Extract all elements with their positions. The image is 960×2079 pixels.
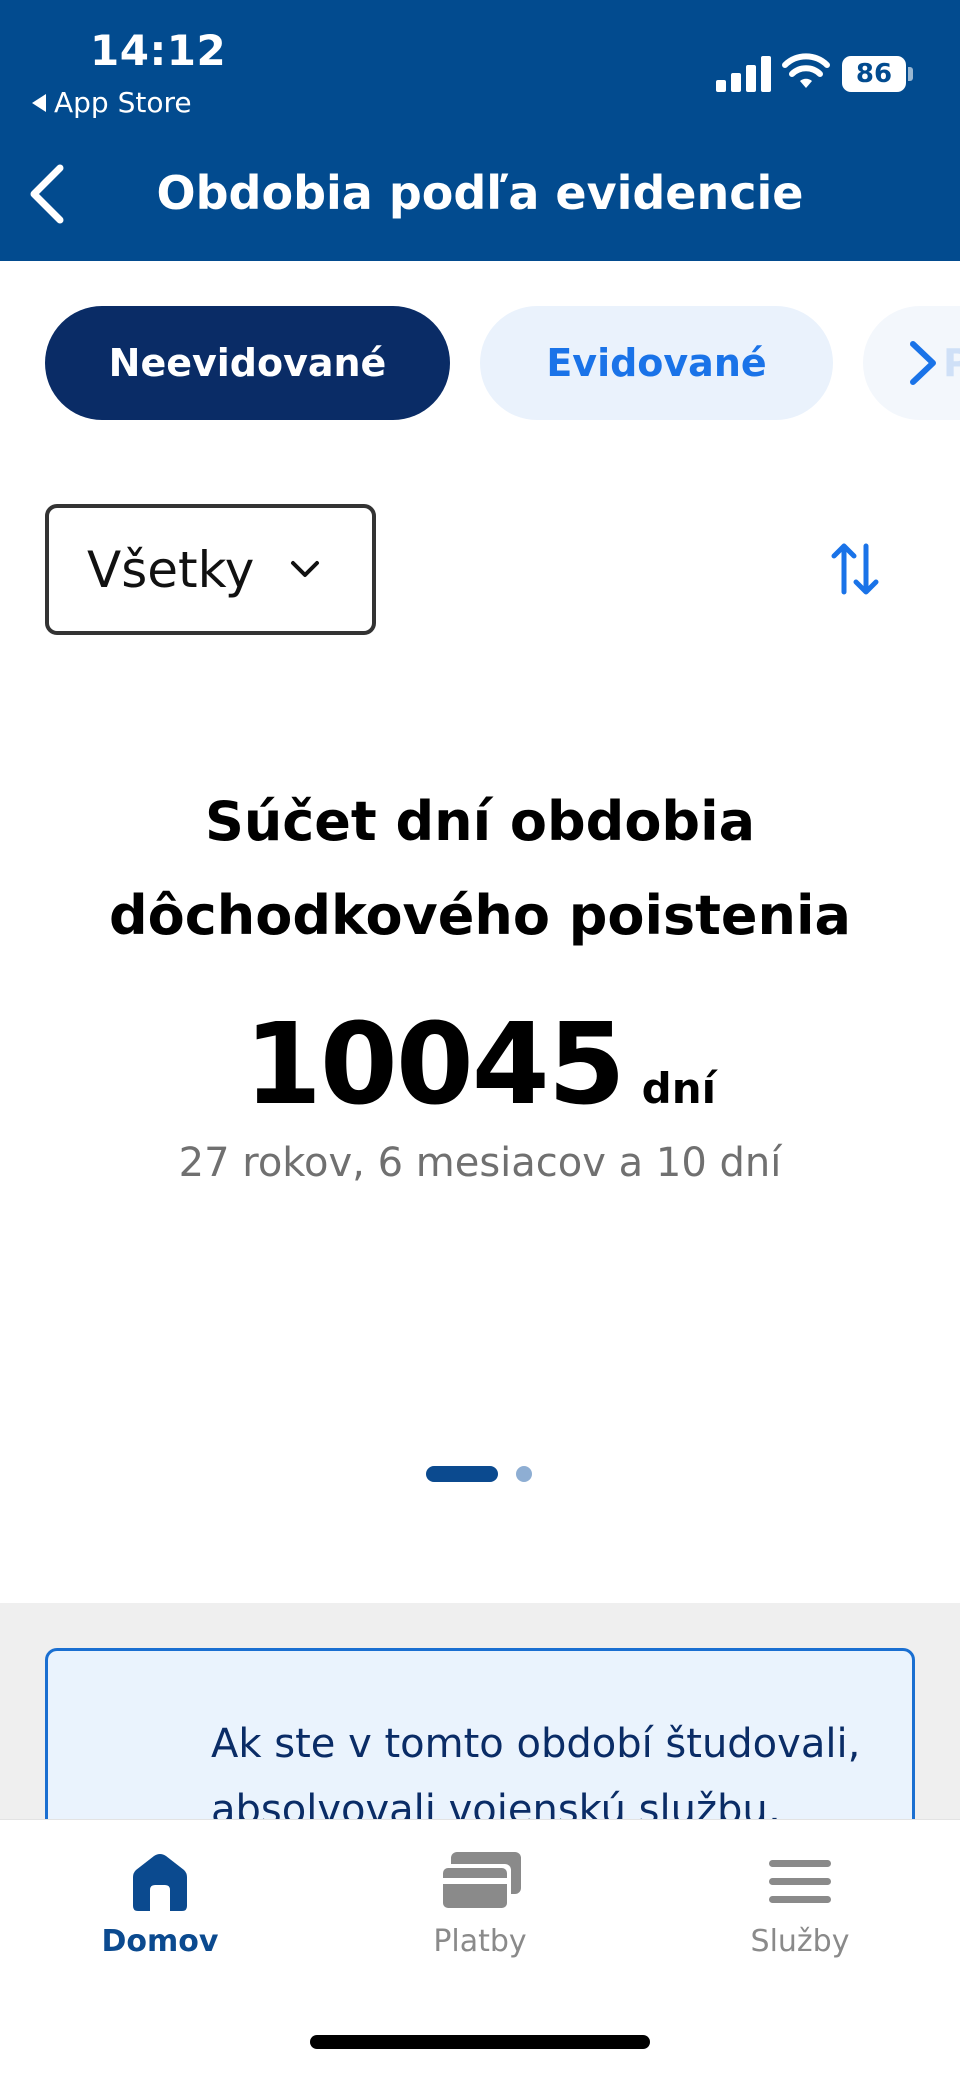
sort-arrows-icon[interactable]: [830, 540, 880, 598]
battery-level: 86: [842, 56, 906, 92]
status-time: 14:12: [90, 26, 227, 75]
nav-home-label: Domov: [101, 1924, 219, 1959]
back-app-label: App Store: [54, 86, 192, 119]
cards-icon: [439, 1852, 521, 1912]
nav-home[interactable]: Domov: [40, 1850, 280, 1959]
home-indicator: [310, 2035, 650, 2049]
tab-next[interactable]: Po: [863, 306, 960, 420]
days-value: 10045: [243, 1000, 626, 1130]
page-dot-active[interactable]: [426, 1466, 498, 1482]
app-header: 14:12 App Store 86 Obdobia podľa evidenc…: [0, 0, 960, 261]
cellular-signal-icon: [716, 56, 771, 92]
nav-payments-label: Platby: [433, 1924, 527, 1959]
days-unit: dní: [641, 1064, 717, 1113]
menu-icon: [769, 1860, 831, 1903]
days-total: 10045 dní: [0, 1000, 960, 1130]
nav-services[interactable]: Služby: [680, 1850, 920, 1959]
chevron-down-icon: [291, 561, 319, 577]
back-triangle-icon: [32, 93, 46, 112]
nav-payments[interactable]: Platby: [360, 1850, 600, 1959]
page-title: Obdobia podľa evidencie: [0, 166, 960, 220]
back-to-app-link[interactable]: App Store: [32, 86, 192, 119]
battery-tip: [908, 67, 913, 81]
tab-neevidovane[interactable]: Neevidované: [45, 306, 450, 420]
page-dot[interactable]: [516, 1466, 532, 1482]
battery-indicator: 86: [842, 56, 913, 92]
info-box: Ak ste v tomto období študovali, absolvo…: [45, 1648, 915, 1819]
period-tabs: Neevidované Evidované Po: [45, 306, 960, 420]
filter-selected-value: Všetky: [87, 540, 255, 599]
summary-title: Súčet dní obdobia dôchodkového poistenia: [0, 775, 960, 963]
info-text: Ak ste v tomto období študovali, absolvo…: [211, 1721, 861, 1819]
tab-next-label: Po: [943, 341, 960, 385]
page-title-text: Obdobia podľa evidencie: [156, 166, 804, 220]
tab-evidovane[interactable]: Evidované: [480, 306, 833, 420]
wifi-icon: [782, 53, 830, 88]
home-icon: [133, 1854, 187, 1911]
summary-title-line1: Súčet dní obdobia: [204, 790, 756, 853]
duration-text: 27 rokov, 6 mesiacov a 10 dní: [178, 1140, 782, 1186]
chevron-right-icon: [910, 341, 936, 385]
nav-services-label: Služby: [750, 1924, 850, 1959]
info-section: Ak ste v tomto období študovali, absolvo…: [0, 1603, 960, 1819]
filter-select[interactable]: Všetky: [45, 504, 376, 635]
summary-title-line2: dôchodkového poistenia: [109, 884, 851, 947]
